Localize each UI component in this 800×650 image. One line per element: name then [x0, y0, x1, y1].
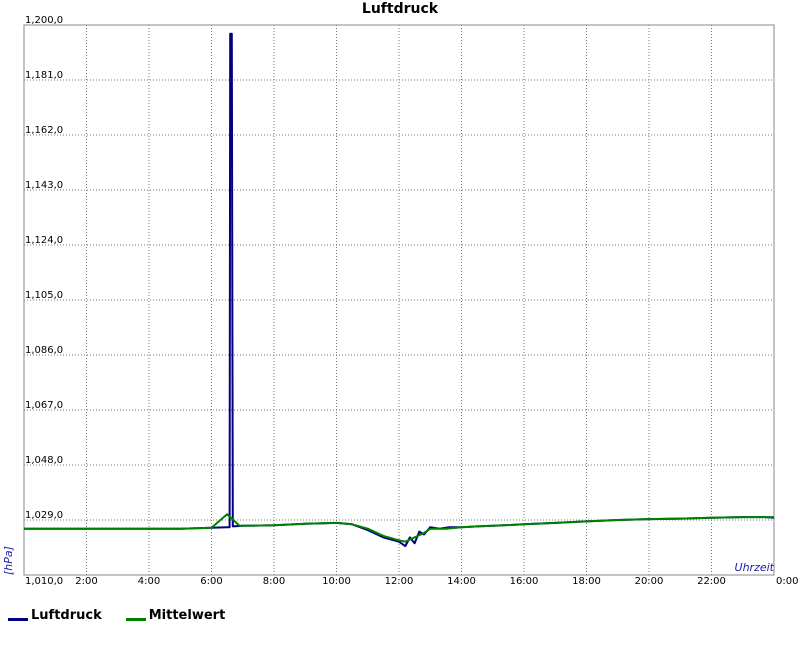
x-tick-label: 20:00	[635, 576, 664, 587]
x-tick-label: 0:00	[776, 576, 798, 587]
y-tick-label: 1,143,0	[25, 180, 63, 191]
x-tick-labels: 2:00 4:00 6:00 8:00 10:00 12:00 14:00 16:00 18:0…	[75, 576, 798, 587]
x-tick-label: 6:00	[200, 576, 222, 587]
x-axis-label: Uhrzeit	[735, 561, 775, 574]
y-tick-label: 1,181,0	[25, 70, 63, 81]
x-tick-label: 14:00	[447, 576, 476, 587]
legend-item-luftdruck: Luftdruck	[8, 608, 102, 623]
y-tick-label: 1,124,0	[25, 235, 63, 246]
y-tick-label: 1,200,0	[25, 15, 63, 26]
x-tick-label: 10:00	[322, 576, 351, 587]
legend-swatch-mittelwert	[125, 618, 146, 621]
y-tick-label: 1,086,0	[25, 345, 63, 356]
x-tick-label: 18:00	[572, 576, 601, 587]
y-tick-labels: 1,010,0 1,029,0 1,048,0 1,067,0 1,086,0 1,105…	[25, 15, 63, 587]
y-tick-label: 1,029,0	[25, 510, 63, 521]
x-tick-label: 22:00	[697, 576, 726, 587]
grid	[24, 25, 774, 575]
legend-item-mittelwert: Mittelwert	[125, 608, 226, 623]
legend-label-mittelwert: Mittelwert	[148, 608, 226, 623]
y-tick-label: 1,067,0	[25, 400, 63, 411]
luftdruck-chart: Luftdruck 1,010,01,029,01,048,01,067,01,…	[2, 1, 798, 587]
x-tick-label: 4:00	[138, 576, 160, 587]
x-tick-label: 12:00	[385, 576, 414, 587]
y-tick-label: 1,162,0	[25, 125, 63, 136]
legend-label-luftdruck: Luftdruck	[31, 608, 102, 623]
series-line-mittelwert	[24, 513, 774, 543]
y-axis-label: [hPa]	[2, 546, 15, 575]
y-tick-label: 1,105,0	[25, 290, 63, 301]
y-tick-label: 1,048,0	[25, 455, 63, 466]
x-tick-label: 2:00	[75, 576, 97, 587]
chart-title: Luftdruck	[362, 1, 439, 17]
y-tick-label: 1,010,0	[25, 576, 63, 587]
x-tick-label: 16:00	[510, 576, 539, 587]
legend-swatch-luftdruck	[8, 618, 28, 621]
x-tick-label: 8:00	[263, 576, 285, 587]
legend: Luftdruck Mittelwert	[8, 608, 225, 623]
